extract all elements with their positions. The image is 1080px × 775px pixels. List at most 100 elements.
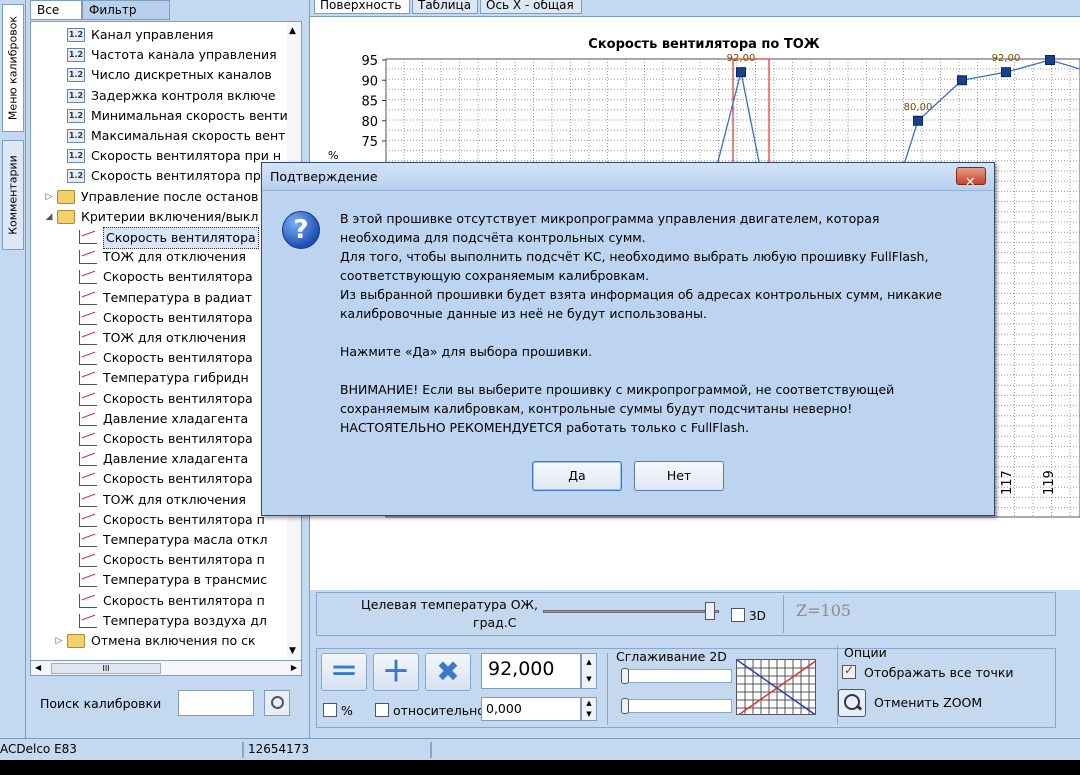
tree-item-label: Минимальная скорость венти bbox=[91, 107, 288, 123]
relative-value-input[interactable]: 0,000 bbox=[481, 697, 581, 721]
tree-item[interactable]: Скорость вентилятора bbox=[31, 227, 289, 249]
numeric-value-icon: 1.2 bbox=[67, 129, 85, 143]
no-button[interactable]: Нет bbox=[634, 461, 724, 491]
y-tick-label: 85 bbox=[361, 95, 378, 110]
curve-chart-icon bbox=[79, 351, 97, 366]
dialog-paragraph-prompt: Нажмите «Да» для выбора прошивки. bbox=[340, 344, 593, 359]
tree-item[interactable]: ТОЖ для отключения bbox=[31, 328, 289, 348]
tree-horizontal-scrollbar[interactable]: ◀ III ▶ bbox=[30, 660, 302, 676]
tree-item[interactable]: Скорость вентилятора bbox=[31, 389, 289, 409]
tree-item[interactable]: Давление хладагента bbox=[31, 409, 289, 429]
tree-item[interactable]: Скорость вентилятора п bbox=[31, 591, 289, 611]
tree-item[interactable]: Температура масла откл bbox=[31, 530, 289, 550]
relative-value-spinner[interactable]: ▲ ▼ bbox=[581, 697, 597, 721]
tree-item[interactable]: ▷ Управление после останов bbox=[31, 187, 289, 207]
tree-item[interactable]: 1.2 Частота канала управления bbox=[31, 45, 289, 65]
cancel-zoom-button[interactable] bbox=[838, 689, 866, 717]
tree-item-label: Давление хладагента bbox=[103, 410, 249, 426]
axis-slider-track[interactable] bbox=[543, 610, 719, 613]
tree-item[interactable]: Скорость вентилятора bbox=[31, 469, 289, 489]
tree-item[interactable]: 1.2 Скорость вентилятора при н bbox=[31, 146, 289, 166]
tree-item-label: Отмена включения по ск bbox=[91, 633, 256, 648]
smoothing-grid-button[interactable] bbox=[736, 659, 816, 715]
tree-item[interactable]: Скорость вентилятора п bbox=[31, 550, 289, 570]
tree-item[interactable]: 1.2 Число дискретных каналов bbox=[31, 65, 289, 85]
tree-item-label: Скорость вентилятора bbox=[103, 227, 259, 249]
percent-checkbox[interactable] bbox=[323, 703, 337, 717]
app-window: Меню калибровок Комментарии Все Фильтр ▲… bbox=[0, 0, 1080, 760]
dialog-titlebar[interactable]: Подтверждение ✕ bbox=[262, 163, 994, 191]
numeric-value-icon: 1.2 bbox=[67, 68, 85, 83]
side-tab-calibration-menu[interactable]: Меню калибровок bbox=[2, 4, 24, 132]
scroll-thumb[interactable]: III bbox=[51, 663, 161, 674]
data-label: 92,00 bbox=[992, 53, 1021, 64]
cancel-zoom-label[interactable]: Отменить ZOOM bbox=[874, 695, 982, 710]
tree-item[interactable]: ▷ Отмена включения по ск bbox=[31, 631, 289, 651]
y-tick-label: 75 bbox=[361, 135, 378, 150]
value-input[interactable]: 92,000 bbox=[481, 653, 581, 689]
grid-cross-icon bbox=[737, 660, 815, 714]
multiply-icon: ✖ bbox=[436, 655, 460, 688]
tree-item[interactable]: Скорость вентилятора bbox=[31, 348, 289, 368]
tab-filter[interactable]: Фильтр bbox=[82, 0, 170, 20]
smoothing-slider-2-thumb[interactable] bbox=[621, 698, 629, 714]
smoothing-slider-1[interactable] bbox=[621, 668, 732, 684]
tree-item[interactable]: Скорость вентилятора п bbox=[31, 510, 289, 530]
collapse-icon[interactable]: ◢ bbox=[43, 207, 55, 227]
tree-item[interactable]: ТОЖ для отключения bbox=[31, 490, 289, 510]
tree-item[interactable]: Температура в трансмис bbox=[31, 570, 289, 590]
tree-item[interactable]: Скорость вентилятора bbox=[31, 308, 289, 328]
scroll-left-icon[interactable]: ◀ bbox=[35, 663, 41, 672]
folder-icon bbox=[57, 209, 75, 224]
scroll-right-icon[interactable]: ▶ bbox=[291, 663, 297, 672]
scroll-up-icon[interactable]: ▲ bbox=[289, 26, 296, 36]
close-button[interactable]: ✕ bbox=[956, 167, 986, 189]
tab-all[interactable]: Все bbox=[30, 0, 82, 20]
tree-item[interactable]: Скорость вентилятора bbox=[31, 267, 289, 287]
relative-label: относительно bbox=[393, 703, 485, 718]
tree-item[interactable]: ТОЖ для отключения bbox=[31, 247, 289, 267]
axis-name-label: Целевая температура ОЖ, bbox=[361, 597, 538, 612]
tree-item[interactable]: ◢ Критерии включения/выкл bbox=[31, 207, 289, 227]
scroll-down-icon[interactable]: ▼ bbox=[289, 646, 296, 656]
tab-axis-x-common[interactable]: Ось X - общая bbox=[480, 0, 582, 14]
close-icon: ✕ bbox=[965, 174, 976, 189]
curve-chart-icon bbox=[79, 432, 97, 446]
show-all-points-checkbox[interactable] bbox=[842, 663, 856, 679]
tree-item[interactable]: 1.2 Канал управления bbox=[31, 25, 289, 45]
relative-checkbox[interactable] bbox=[375, 703, 389, 717]
tab-table[interactable]: Таблица bbox=[412, 0, 478, 14]
tree-item[interactable]: 1.2 Скорость вентилятора пр bbox=[31, 166, 289, 186]
set-equal-button[interactable]: ＝ bbox=[321, 653, 367, 691]
search-button[interactable] bbox=[264, 690, 290, 716]
side-tab-comments[interactable]: Комментарии bbox=[2, 140, 24, 250]
axis-slider-thumb[interactable] bbox=[705, 602, 715, 620]
tree-item[interactable]: 1.2 Максимальная скорость вент bbox=[31, 126, 289, 146]
x-tick-label: 117 bbox=[1000, 470, 1015, 495]
value-spinner[interactable]: ▲ ▼ bbox=[581, 653, 597, 689]
checkbox-3d[interactable] bbox=[731, 608, 745, 622]
folder-icon bbox=[57, 189, 75, 204]
tree-item-label: Скорость вентилятора п bbox=[103, 511, 265, 527]
tree-item[interactable]: 1.2 Задержка контроля включе bbox=[31, 86, 289, 106]
tree-item-label: Число дискретных каналов bbox=[91, 67, 272, 83]
yes-button[interactable]: Да bbox=[532, 461, 622, 491]
search-input[interactable] bbox=[178, 690, 254, 716]
tree-item[interactable]: 1.2 Минимальная скорость венти bbox=[31, 106, 289, 126]
tab-surface[interactable]: Поверхность bbox=[314, 0, 410, 14]
tree-item[interactable]: Скорость вентилятора bbox=[31, 429, 289, 449]
multiply-button[interactable]: ✖ bbox=[425, 653, 471, 691]
expand-icon[interactable]: ▷ bbox=[53, 631, 65, 651]
folder-icon bbox=[67, 634, 85, 648]
tree-item[interactable]: Температура воздуха дл bbox=[31, 611, 289, 631]
smoothing-slider-2[interactable] bbox=[621, 698, 732, 714]
add-button[interactable]: ＋ bbox=[373, 653, 419, 691]
smoothing-slider-1-thumb[interactable] bbox=[621, 668, 629, 684]
side-tab-comments-label: Комментарии bbox=[6, 155, 20, 235]
tree-item[interactable]: Температура в радиат bbox=[31, 288, 289, 308]
tree-item[interactable]: Давление хладагента bbox=[31, 449, 289, 469]
options-title: Опции bbox=[844, 645, 887, 660]
tree-item[interactable]: Температура гибридн bbox=[31, 368, 289, 388]
expand-icon[interactable]: ▷ bbox=[43, 187, 55, 207]
search-label: Поиск калибровки bbox=[40, 696, 162, 711]
